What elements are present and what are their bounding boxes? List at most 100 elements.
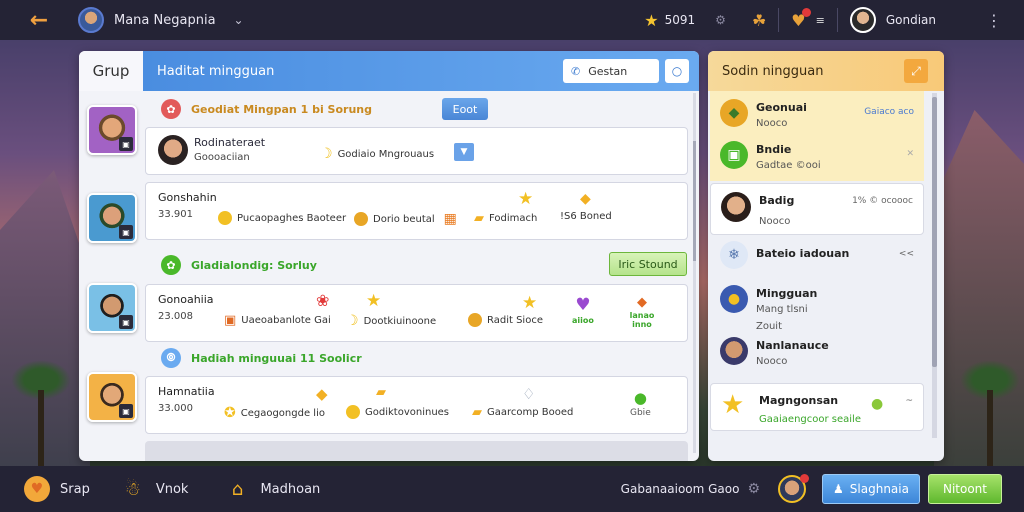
list-item[interactable]: ▣ Bndie Gadtae ©ooi ✕ bbox=[710, 141, 924, 175]
member-name: Gonoahiia bbox=[158, 293, 214, 306]
divider bbox=[778, 8, 780, 32]
right-panel: Sodin ningguan ⤢ ◆ Geonuai Nooco Gaiaco … bbox=[708, 51, 944, 461]
section-2-button[interactable]: Iric Stound bbox=[609, 252, 687, 276]
list-item-name: Nanlanauce bbox=[756, 339, 829, 352]
reward-label: Fodimach bbox=[489, 213, 538, 224]
gem-icon: ◆ bbox=[720, 99, 748, 127]
avatar bbox=[158, 135, 188, 165]
invite-button[interactable]: Nitoont bbox=[927, 474, 1002, 504]
scrollbar-thumb[interactable] bbox=[693, 141, 696, 261]
search-button[interactable]: ○ bbox=[665, 59, 689, 83]
badge-icon: ▣ bbox=[119, 225, 133, 239]
banana-icon: ☽ bbox=[320, 146, 333, 162]
reward-item: ☽ Dootkiuinoone bbox=[346, 313, 436, 329]
list-item[interactable]: ❄ Bateio iadouan << bbox=[710, 241, 924, 271]
coin-icon bbox=[218, 211, 232, 225]
nav-item-madhoan[interactable]: ⌂ Madhoan bbox=[224, 476, 321, 502]
badge-icon: ▣ bbox=[119, 137, 133, 151]
avatar bbox=[720, 337, 748, 365]
member-name: Gonshahin bbox=[158, 191, 217, 204]
list-item-name: Badig bbox=[759, 194, 795, 207]
back-arrow-icon[interactable]: ← bbox=[22, 3, 56, 37]
coin-icon bbox=[354, 212, 368, 226]
member-card[interactable]: Rodinateraet Goooaciian ☽ Godiaio Mngrou… bbox=[145, 127, 688, 175]
profile-avatar[interactable] bbox=[778, 474, 810, 503]
reward-item: ▰ Gaarcomp Booed bbox=[472, 405, 573, 420]
nav-item-vnok[interactable]: ☃ Vnok bbox=[120, 476, 189, 502]
scrollbar-thumb[interactable] bbox=[932, 97, 937, 367]
person-icon: ♟ bbox=[833, 482, 844, 496]
expand-icon[interactable]: ⤢ bbox=[904, 59, 928, 83]
member-avatar[interactable]: ▣ bbox=[87, 193, 137, 243]
more-vertical-icon[interactable]: ⋮ bbox=[982, 11, 1006, 30]
reward-label: Pucaopaghes Baoteer bbox=[237, 212, 347, 224]
snowflake-icon: ❄ bbox=[720, 241, 748, 269]
profile-name: Gondian bbox=[885, 13, 936, 27]
badge-icon: ▣ bbox=[119, 404, 133, 418]
notification-icon[interactable]: ♥ bbox=[791, 7, 812, 30]
top-bar: ← Mana Negapnia ⌄ ★ 5091 ⚙ ☘ ♥ ≡ Gondian… bbox=[0, 0, 1024, 40]
member-card[interactable]: Hamnatiia 33.000 ✪ Cegaogongde lio ◆ God… bbox=[145, 376, 688, 434]
list-item-aside[interactable]: << bbox=[899, 249, 914, 259]
reward-item: ● Gbie bbox=[630, 389, 651, 418]
reward-item: ♥ aiioo bbox=[572, 295, 594, 325]
box-icon: ▣ bbox=[224, 313, 237, 328]
list-item-sub: Gadtae ©ooi bbox=[756, 160, 821, 171]
member-avatar[interactable]: ▣ bbox=[87, 105, 137, 155]
user-menu[interactable]: Mana Negapnia ⌄ bbox=[78, 7, 244, 33]
gift-icon: ▣ bbox=[720, 141, 748, 169]
list-item-aside: Gaiaco aco bbox=[864, 107, 914, 117]
list-item-name: Magngonsan bbox=[759, 394, 839, 407]
avatar bbox=[721, 192, 751, 222]
panel-header: Haditat mingguan ✆ Gestan ○ bbox=[143, 51, 699, 91]
reward-label: lanao inno bbox=[629, 311, 655, 329]
reward-label: Uaeoabanlote Gai bbox=[241, 315, 331, 326]
list-item[interactable]: Nanlanauce Nooco bbox=[710, 337, 924, 373]
reward-label: Cegaogongde lio bbox=[240, 407, 325, 419]
phone-icon: ✆ bbox=[571, 64, 581, 78]
avatar bbox=[78, 7, 104, 33]
group-icon: ☃ bbox=[124, 478, 141, 500]
globe-icon: ● bbox=[720, 285, 748, 313]
list-item[interactable]: Badig Nooco 1% © ocoooc bbox=[710, 183, 924, 235]
list-item-sub: Nooco bbox=[756, 356, 788, 367]
settings-icon[interactable]: ⚙ bbox=[747, 481, 760, 497]
list-item-aside: ~ bbox=[905, 396, 913, 406]
username-label: Mana Negapnia bbox=[114, 12, 216, 28]
reward-label: Gaarcomp Booed bbox=[487, 407, 574, 418]
member-score: 33.000 bbox=[158, 403, 193, 414]
profile-avatar[interactable] bbox=[849, 7, 876, 33]
reward-item: ◆ lanao inno bbox=[627, 295, 657, 329]
right-panel-header: Sodin ningguan ⤢ bbox=[708, 51, 944, 91]
reward-label: Radit Sioce bbox=[487, 314, 543, 326]
divider bbox=[836, 8, 838, 32]
member-avatar[interactable]: ▣ bbox=[87, 372, 137, 422]
shop-icon[interactable]: ☘ bbox=[752, 11, 766, 30]
star-icon: ★ bbox=[522, 293, 538, 313]
share-button[interactable]: ♟ Slaghnaia bbox=[822, 474, 920, 504]
member-card[interactable]: Gonoahiia 23.008 ▣ Uaeoabanlote Gai ❀ ☽ … bbox=[145, 284, 688, 342]
tab-grup[interactable]: Grup bbox=[79, 51, 143, 91]
list-item-sub: Nooco bbox=[759, 216, 791, 227]
search-input[interactable]: ✆ Gestan bbox=[563, 59, 659, 83]
member-avatar[interactable]: ▣ bbox=[87, 283, 137, 333]
reward-label: Dootkiuinoone bbox=[363, 315, 437, 327]
dropdown-icon[interactable]: ▼ bbox=[454, 143, 474, 161]
close-icon[interactable]: ✕ bbox=[906, 149, 914, 159]
list-item[interactable]: ★ Magngonsan Gaaiaengcoor seaile ● ~ bbox=[710, 383, 924, 431]
list-item[interactable]: ◆ Geonuai Nooco Gaiaco aco bbox=[710, 99, 924, 133]
right-panel-title: Sodin ningguan bbox=[722, 63, 824, 79]
section-title-2: ✿ Gladialondig: Sorluy bbox=[161, 255, 317, 275]
section-1-button[interactable]: Eoot bbox=[442, 98, 488, 120]
reward-item: Radit Sioce bbox=[468, 313, 543, 327]
settings-icon[interactable]: ⚙ bbox=[715, 13, 726, 27]
star-icon: ★ bbox=[721, 390, 745, 420]
list-item-sub: Gaaiaengcoor seaile bbox=[759, 414, 861, 425]
reward-item: Godiktovoninues bbox=[346, 405, 449, 419]
member-card[interactable]: Gonshahin 33.901 Pucaopaghes Baoteer Dor… bbox=[145, 182, 688, 240]
nav-item-srap[interactable]: ♥ Srap bbox=[24, 476, 90, 502]
menu-icon[interactable]: ≡ bbox=[816, 14, 825, 27]
section-title-text: Geodiat Mingpan 1 bi Sorung bbox=[191, 102, 372, 116]
reward-label: Godiaio Mngrouaus bbox=[337, 148, 435, 160]
list-item[interactable]: ● Mingguan Mang tlsni Zouit bbox=[710, 285, 924, 332]
